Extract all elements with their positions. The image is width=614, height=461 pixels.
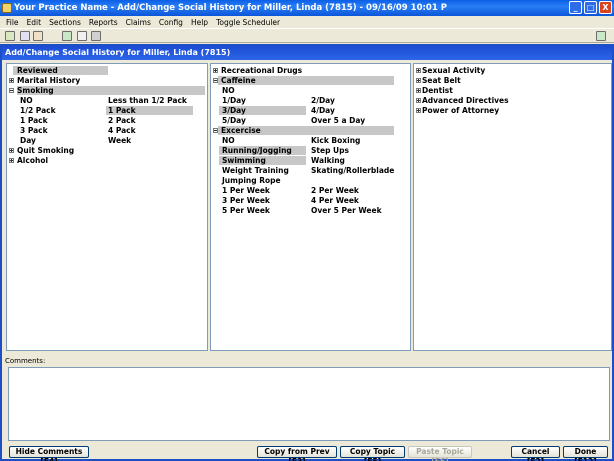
option-exercise[interactable]: 3 Per Week (222, 196, 270, 205)
option-exercise[interactable]: Step Ups (311, 146, 349, 155)
option-smoking[interactable]: 1 Pack (20, 116, 48, 125)
option-smoking[interactable]: NO (20, 96, 33, 105)
social-history-window: Add/Change Social History for Miller, Li… (0, 44, 614, 461)
option-smoking[interactable]: 2 Pack (108, 116, 136, 125)
done-button[interactable]: Done [F12] (563, 446, 608, 461)
option-smoking[interactable]: 1/2 Pack (20, 106, 56, 115)
maximize-button[interactable]: □ (584, 1, 597, 14)
cancel-button[interactable]: Cancel [F2] (511, 446, 560, 461)
edit-icon[interactable] (33, 31, 43, 41)
tree-item-power-of-attorney[interactable]: Power of Attorney (422, 106, 499, 115)
option-smoking[interactable]: Week (108, 136, 131, 145)
tree-item-marital-history[interactable]: Marital History (17, 76, 80, 85)
option-exercise[interactable]: 2 Per Week (311, 186, 359, 195)
close-button[interactable]: X (599, 1, 612, 14)
panel-general: Reviewed Marital History Smoking NO Less… (6, 63, 208, 351)
option-exercise[interactable]: Weight Training (222, 166, 289, 175)
tree-item-seat-belt[interactable]: Seat Belt (422, 76, 461, 85)
expand-icon[interactable] (416, 88, 421, 93)
comments-label: Comments: (5, 357, 46, 365)
option-smoking-selected[interactable]: 1 Pack (106, 106, 193, 115)
option-exercise[interactable]: Walking (311, 156, 345, 165)
option-exercise-selected[interactable]: Running/Jogging (219, 146, 306, 155)
option-exercise[interactable]: NO (222, 136, 235, 145)
menu-help[interactable]: Help (187, 18, 212, 27)
option-caffeine[interactable]: 4/Day (311, 106, 335, 115)
option-caffeine[interactable]: 5/Day (222, 116, 246, 125)
tree-item-smoking[interactable]: Smoking (17, 86, 205, 95)
menu-edit[interactable]: Edit (23, 18, 46, 27)
option-exercise[interactable]: Kick Boxing (311, 136, 360, 145)
menu-bar: File Edit Sections Reports Claims Config… (0, 16, 614, 28)
expand-icon[interactable] (9, 158, 14, 163)
minimize-button[interactable]: _ (569, 1, 582, 14)
page-title: Add/Change Social History for Miller, Li… (2, 46, 612, 60)
menu-toggle-scheduler[interactable]: Toggle Scheduler (212, 18, 284, 27)
option-caffeine[interactable]: NO (222, 86, 235, 95)
option-caffeine-selected[interactable]: 3/Day (219, 106, 306, 115)
option-caffeine[interactable]: Over 5 a Day (311, 116, 365, 125)
tree-item-sexual-activity[interactable]: Sexual Activity (422, 66, 485, 75)
app-icon (2, 3, 12, 13)
tree-item-dentist[interactable]: Dentist (422, 86, 453, 95)
expand-icon[interactable] (416, 78, 421, 83)
panel-substances: Recreational Drugs Caffeine NO 1/Day 2/D… (210, 63, 411, 351)
expand-icon[interactable] (416, 98, 421, 103)
expand-icon[interactable] (9, 78, 14, 83)
panel-other: Sexual Activity Seat Belt Dentist Advanc… (413, 63, 612, 351)
option-smoking[interactable]: 3 Pack (20, 126, 48, 135)
tree-item-quit-smoking[interactable]: Quit Smoking (17, 146, 74, 155)
export-icon[interactable] (596, 31, 606, 41)
copy-topic-button[interactable]: Copy Topic [F5] (340, 446, 405, 461)
option-exercise[interactable]: Jumping Rope (222, 176, 281, 185)
menu-claims[interactable]: Claims (122, 18, 155, 27)
tree-item-caffeine[interactable]: Caffeine (218, 76, 394, 85)
expand-icon[interactable] (416, 68, 421, 73)
hide-comments-button[interactable]: Hide Comments [F4] (9, 446, 89, 461)
option-exercise[interactable]: 1 Per Week (222, 186, 270, 195)
page-icon[interactable] (77, 31, 87, 41)
new-patient-icon[interactable] (5, 31, 15, 41)
option-exercise-selected[interactable]: Swimming (219, 156, 306, 165)
expand-icon[interactable] (416, 108, 421, 113)
menu-config[interactable]: Config (155, 18, 187, 27)
option-exercise[interactable]: 4 Per Week (311, 196, 359, 205)
option-exercise[interactable]: Over 5 Per Week (311, 206, 382, 215)
menu-file[interactable]: File (2, 18, 23, 27)
expand-icon[interactable] (213, 68, 218, 73)
copy-from-prev-button[interactable]: Copy from Prev [F3] (257, 446, 337, 461)
tree-item-recreational-drugs[interactable]: Recreational Drugs (221, 66, 302, 75)
tree-item-advanced-directives[interactable]: Advanced Directives (422, 96, 509, 105)
paste-topic-button: Paste Topic [F6] (408, 446, 472, 461)
tree-item-alcohol[interactable]: Alcohol (17, 156, 48, 165)
menu-sections[interactable]: Sections (45, 18, 85, 27)
comments-field[interactable] (8, 367, 610, 441)
toolbar (0, 28, 614, 43)
option-smoking[interactable]: Less than 1/2 Pack (108, 96, 187, 105)
document-icon[interactable] (20, 31, 30, 41)
option-exercise[interactable]: Skating/Rollerblade (311, 166, 394, 175)
option-caffeine[interactable]: 1/Day (222, 96, 246, 105)
option-smoking[interactable]: 4 Pack (108, 126, 136, 135)
tree-item-exercise[interactable]: Excercise (218, 126, 394, 135)
option-caffeine[interactable]: 2/Day (311, 96, 335, 105)
option-smoking[interactable]: Day (20, 136, 36, 145)
import-icon[interactable] (62, 31, 72, 41)
printer-icon[interactable] (91, 31, 101, 41)
window-title: Your Practice Name - Add/Change Social H… (14, 3, 447, 13)
tree-item-reviewed[interactable]: Reviewed (13, 66, 108, 75)
expand-icon[interactable] (9, 148, 14, 153)
menu-reports[interactable]: Reports (85, 18, 122, 27)
title-bar: Your Practice Name - Add/Change Social H… (0, 0, 614, 16)
collapse-icon[interactable] (9, 88, 14, 93)
option-exercise[interactable]: 5 Per Week (222, 206, 270, 215)
